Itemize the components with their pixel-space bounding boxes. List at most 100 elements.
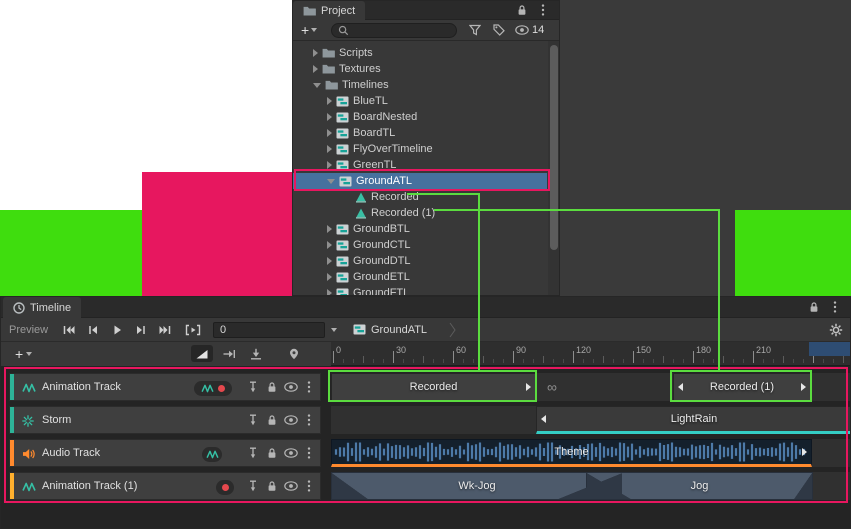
chevron-right-icon[interactable] (327, 273, 332, 281)
track-header-animation[interactable]: Animation Track (9, 373, 321, 401)
markers-toggle-button[interactable] (283, 345, 305, 362)
tree-item-recorded[interactable]: Recorded (293, 189, 547, 205)
goto-end-button[interactable] (155, 322, 175, 338)
tree-item-greentl[interactable]: GreenTL (293, 157, 547, 173)
curves-record-button[interactable] (194, 381, 232, 396)
hidden-count-eye-icon[interactable] (515, 25, 529, 35)
clip-recorded[interactable]: Recorded (331, 373, 536, 401)
timeline-toolbar: Preview GroundATL (1, 318, 851, 342)
lock-icon[interactable] (517, 4, 527, 16)
time-ruler[interactable]: 0 30 60 90 120 150 180 210 (331, 342, 851, 366)
tree-item-grounddtl[interactable]: GroundDTL (293, 253, 547, 269)
pin-button[interactable] (248, 480, 258, 492)
kebab-menu-icon[interactable] (541, 4, 545, 16)
edit-mode-replace-button[interactable] (245, 345, 267, 362)
lock-button[interactable] (267, 447, 277, 459)
tree-item-textures[interactable]: Textures (293, 61, 547, 77)
tree-item-groundctl[interactable]: GroundCTL (293, 237, 547, 253)
frame-input[interactable] (214, 323, 324, 337)
play-range-button[interactable] (183, 322, 203, 338)
tree-item-bluetl[interactable]: BlueTL (293, 93, 547, 109)
scrollbar-track[interactable] (548, 41, 560, 296)
tree-item-groundatl[interactable]: GroundATL (293, 173, 547, 189)
chevron-down-icon[interactable] (327, 179, 335, 184)
chevron-right-icon[interactable] (327, 289, 332, 296)
frame-field[interactable] (213, 322, 325, 338)
mute-eye-button[interactable] (284, 448, 298, 458)
track-header-audio[interactable]: Audio Track (9, 439, 321, 467)
edit-mode-ripple-button[interactable] (218, 345, 240, 362)
chevron-right-icon[interactable] (327, 241, 332, 249)
add-track-button[interactable]: + (15, 346, 32, 362)
search-input[interactable] (353, 25, 445, 37)
tab-timeline[interactable]: Timeline (3, 297, 81, 318)
breadcrumb[interactable]: GroundATL (371, 324, 427, 336)
kebab-menu-icon[interactable] (833, 301, 837, 313)
record-button[interactable] (216, 480, 234, 495)
lock-button[interactable] (267, 381, 277, 393)
tree-item-flyovertimeline[interactable]: FlyOverTimeline (293, 141, 547, 157)
kebab-menu-icon[interactable] (307, 381, 311, 393)
tree-item-timelines[interactable]: Timelines (293, 77, 547, 93)
preview-toggle[interactable]: Preview (9, 324, 48, 336)
previous-frame-button[interactable] (83, 322, 103, 338)
tree-item-recorded-1[interactable]: Recorded (1) (293, 205, 547, 221)
chevron-right-icon[interactable] (327, 161, 332, 169)
kebab-menu-icon[interactable] (307, 447, 311, 459)
chevron-right-icon[interactable] (313, 49, 318, 57)
search-field[interactable] (331, 23, 457, 38)
clip-jog[interactable]: Jog (586, 472, 813, 500)
mute-eye-button[interactable] (284, 415, 298, 425)
chevron-right-icon[interactable] (327, 225, 332, 233)
goto-start-button[interactable] (59, 322, 79, 338)
chevron-right-icon[interactable] (327, 129, 332, 137)
track-header-storm[interactable]: Storm (9, 406, 321, 434)
track-header-animation-1[interactable]: Animation Track (1) (9, 472, 321, 500)
pin-button[interactable] (248, 381, 258, 393)
lock-button[interactable] (267, 480, 277, 492)
gear-icon[interactable] (829, 323, 843, 337)
scrollbar-thumb[interactable] (550, 45, 558, 250)
chevron-right-icon[interactable] (327, 97, 332, 105)
clip-label: Theme (554, 446, 588, 458)
mute-eye-button[interactable] (284, 382, 298, 392)
kebab-menu-icon[interactable] (307, 414, 311, 426)
infinite-clip-indicator: ∞ (547, 373, 557, 401)
curves-button[interactable] (202, 447, 222, 462)
tree-item-label: GroundETL (353, 271, 410, 283)
mute-eye-button[interactable] (284, 481, 298, 491)
tree-item-groundbtl[interactable]: GroundBTL (293, 221, 547, 237)
chevron-right-icon[interactable] (327, 145, 332, 153)
clip-recorded-1[interactable]: Recorded (1) (673, 373, 811, 401)
pin-button[interactable] (248, 447, 258, 459)
chevron-right-icon[interactable] (313, 65, 318, 73)
tree-item-scripts[interactable]: Scripts (293, 45, 547, 61)
tree-item-groundftl[interactable]: GroundFTL (293, 285, 547, 296)
tree-item-boardnested[interactable]: BoardNested (293, 109, 547, 125)
chevron-right-icon[interactable] (327, 113, 332, 121)
chevron-down-icon[interactable] (331, 328, 337, 332)
lock-icon[interactable] (809, 301, 819, 313)
chevron-down-icon[interactable] (313, 83, 321, 88)
tab-project[interactable]: Project (293, 1, 365, 20)
filter-by-label-button[interactable] (493, 24, 505, 36)
tree-item-boardtl[interactable]: BoardTL (293, 125, 547, 141)
filter-by-type-button[interactable] (469, 24, 481, 36)
track-color-strip (10, 374, 14, 400)
play-button[interactable] (107, 322, 127, 338)
clip-theme[interactable]: Theme (331, 439, 812, 467)
tree-item-label: Timelines (342, 79, 389, 91)
chevron-right-icon[interactable] (327, 257, 332, 265)
pin-button[interactable] (248, 414, 258, 426)
tree-item-label: BlueTL (353, 95, 388, 107)
animation-track-lane: Recorded ∞ Recorded (1) (331, 373, 851, 401)
clip-wk-jog[interactable]: Wk-Jog (331, 472, 623, 500)
add-asset-button[interactable]: + (301, 22, 317, 38)
clip-lightrain[interactable]: LightRain (536, 406, 851, 434)
tree-item-groundetl[interactable]: GroundETL (293, 269, 547, 285)
edit-mode-mix-button[interactable] (191, 345, 213, 362)
next-frame-button[interactable] (131, 322, 151, 338)
lock-button[interactable] (267, 414, 277, 426)
ruler-label: 120 (576, 345, 591, 355)
kebab-menu-icon[interactable] (307, 480, 311, 492)
